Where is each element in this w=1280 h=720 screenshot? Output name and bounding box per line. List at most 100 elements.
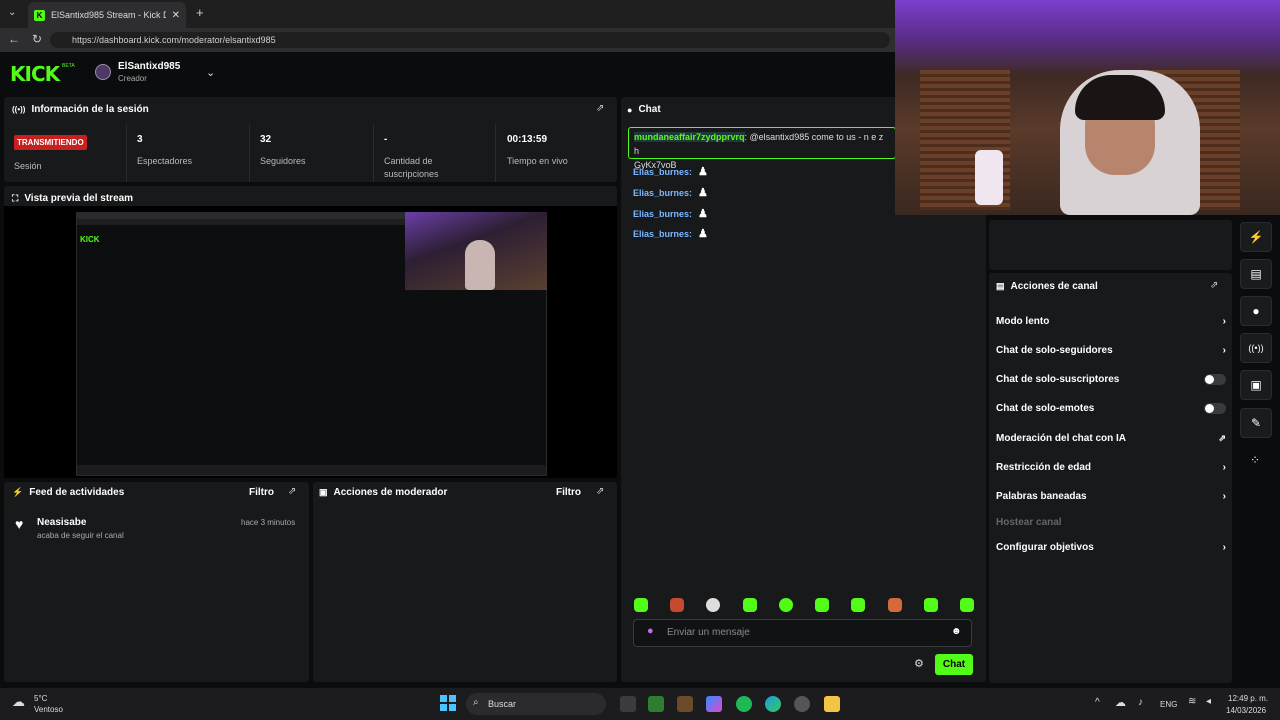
subscribers-only-toggle[interactable] xyxy=(1204,373,1226,385)
action-configure-goals[interactable]: Configurar objetivos › xyxy=(996,537,1226,557)
emote-icon[interactable] xyxy=(670,598,685,612)
kick-logo[interactable]: KICK xyxy=(10,62,60,86)
chat-username[interactable]: Elias_burnes: xyxy=(633,188,692,198)
channel-actions-header: ▤ Acciones de canal xyxy=(996,281,1098,292)
channel-name[interactable]: ElSantixd985 xyxy=(118,61,180,72)
emote-quickbar xyxy=(634,598,974,612)
action-subscribers-only[interactable]: Chat de solo-suscriptores xyxy=(996,369,1226,389)
action-emotes-only[interactable]: Chat de solo-emotes xyxy=(996,398,1226,418)
back-icon[interactable]: ← xyxy=(8,32,20,46)
live-time-value: 00:13:59 xyxy=(507,134,548,145)
tab-list-icon[interactable]: ⌄ xyxy=(8,7,16,18)
send-chat-button[interactable]: Chat xyxy=(935,654,973,675)
browser-tab[interactable]: K ElSantixd985 Stream - Kick Dashb ✕ xyxy=(28,2,186,28)
weather-temp[interactable]: 5°C xyxy=(34,694,47,703)
channel-actions-title: Acciones de canal xyxy=(1010,281,1098,292)
action-banned-words[interactable]: Palabras baneadas › xyxy=(996,486,1226,506)
feed-item-text: acaba de seguir el canal xyxy=(37,531,124,540)
popout-icon[interactable]: ⇗ xyxy=(1210,280,1218,291)
chat-input[interactable]: Enviar un mensaje xyxy=(633,619,972,647)
chat-line[interactable]: Elias_burnes: ♟ xyxy=(633,207,708,220)
spotify-icon[interactable] xyxy=(736,696,752,712)
language-indicator[interactable]: ENG xyxy=(1160,700,1177,709)
url-field[interactable]: https://dashboard.kick.com/moderator/els… xyxy=(50,32,890,48)
chat-header: ● Chat xyxy=(627,104,661,115)
rail-bolt-icon[interactable]: ⚡ xyxy=(1240,222,1272,252)
chat-message-highlighted[interactable]: mundaneaffair7zydpprvrq: @elsantixd985 c… xyxy=(628,127,896,170)
emoji-icon[interactable]: ☻ xyxy=(951,626,962,637)
rail-document-icon[interactable]: ▤ xyxy=(1240,259,1272,289)
tray-overflow-icon[interactable]: ^ xyxy=(1095,697,1100,708)
avatar[interactable] xyxy=(95,64,111,80)
clock-time[interactable]: 12:49 p. m. xyxy=(1228,694,1268,703)
obs-icon[interactable] xyxy=(794,696,810,712)
rail-more-icon[interactable]: ⁘ xyxy=(1250,453,1260,467)
popout-icon[interactable]: ⇗ xyxy=(288,486,296,497)
action-followers-only[interactable]: Chat de solo-seguidores › xyxy=(996,340,1226,360)
action-label: Palabras baneadas xyxy=(996,490,1087,502)
chevron-right-icon: › xyxy=(1222,541,1226,553)
rail-wrench-icon[interactable]: ✎ xyxy=(1240,408,1272,438)
chat-username[interactable]: Elias_burnes: xyxy=(633,229,692,239)
emote-icon[interactable] xyxy=(778,598,793,612)
chat-username[interactable]: mundaneaffair7zydpprvrq xyxy=(634,132,745,142)
game-icon[interactable] xyxy=(677,696,693,712)
chat-line[interactable]: Elias_burnes: ♟ xyxy=(633,165,708,178)
emote-icon[interactable] xyxy=(923,598,938,612)
kick-favicon-icon: K xyxy=(34,9,45,21)
edge-icon[interactable] xyxy=(765,696,781,712)
popout-icon[interactable]: ⇗ xyxy=(596,486,604,497)
emote-icon[interactable] xyxy=(851,598,866,612)
minecraft-icon[interactable] xyxy=(648,696,664,712)
rail-broadcast-icon[interactable]: ((•)) xyxy=(1240,333,1272,363)
emote-icon[interactable] xyxy=(815,598,830,612)
chat-line[interactable]: Elias_burnes: ♟ xyxy=(633,227,708,240)
action-age-restriction[interactable]: Restricción de edad › xyxy=(996,457,1226,477)
chevron-right-icon: › xyxy=(1222,490,1226,502)
task-view-icon[interactable] xyxy=(620,696,636,712)
copilot-icon[interactable] xyxy=(706,696,722,712)
preview-icon: ⛶ xyxy=(12,193,19,203)
new-tab-icon[interactable]: + xyxy=(196,5,204,20)
file-explorer-icon[interactable] xyxy=(824,696,840,712)
cloud-icon[interactable]: ☁ xyxy=(1115,696,1126,709)
emote-icon[interactable] xyxy=(959,598,974,612)
stream-preview-header: ⛶ Vista previa del stream xyxy=(12,193,133,204)
emotes-only-toggle[interactable] xyxy=(1204,402,1226,414)
reload-icon[interactable]: ↻ xyxy=(32,32,42,46)
settings-list-icon: ▤ xyxy=(996,281,1005,291)
divider xyxy=(373,124,374,182)
microphone-tray-icon[interactable]: ♪ xyxy=(1138,697,1143,708)
chat-username[interactable]: Elias_burnes: xyxy=(633,167,692,177)
tab-close-icon[interactable]: ✕ xyxy=(172,10,180,21)
wifi-icon[interactable]: ≋ xyxy=(1188,696,1196,707)
rail-chat-icon[interactable]: ● xyxy=(1240,296,1272,326)
followers-value: 32 xyxy=(260,134,272,145)
action-label: Chat de solo-suscriptores xyxy=(996,373,1120,385)
chat-line[interactable]: Elias_burnes: ♟ xyxy=(633,186,708,199)
rail-preview-icon[interactable]: ▣ xyxy=(1240,370,1272,400)
weather-icon[interactable]: ☁ xyxy=(12,694,25,710)
clock-date[interactable]: 14/03/2026 xyxy=(1226,706,1266,715)
emote-icon[interactable] xyxy=(634,598,648,612)
feed-item-user[interactable]: Neasisabe xyxy=(37,517,86,528)
preview-person xyxy=(465,240,495,290)
microphone-icon[interactable]: ● xyxy=(647,625,654,637)
action-label: Configurar objetivos xyxy=(996,541,1094,553)
preview-logo: KICK xyxy=(80,235,100,244)
popout-icon[interactable]: ⇗ xyxy=(596,103,604,114)
volume-icon[interactable]: ◂ xyxy=(1206,696,1211,707)
feed-filter-button[interactable]: Filtro xyxy=(249,487,274,498)
chat-username[interactable]: Elias_burnes: xyxy=(633,209,692,219)
gear-icon[interactable]: ⚙ xyxy=(914,657,924,670)
chevron-down-icon[interactable]: ⌄ xyxy=(206,66,215,79)
mod-filter-button[interactable]: Filtro xyxy=(556,487,581,498)
taskbar-search[interactable]: Buscar xyxy=(466,693,606,715)
windows-start-icon[interactable] xyxy=(440,695,456,711)
emote-icon[interactable] xyxy=(887,598,902,612)
emote-icon[interactable] xyxy=(742,598,757,612)
emote-icon[interactable] xyxy=(706,598,721,612)
action-ai-moderation[interactable]: Moderación del chat con IA ⇗ xyxy=(996,428,1226,448)
list-icon: ▣ xyxy=(319,487,328,497)
action-slow-mode[interactable]: Modo lento › xyxy=(996,311,1226,331)
